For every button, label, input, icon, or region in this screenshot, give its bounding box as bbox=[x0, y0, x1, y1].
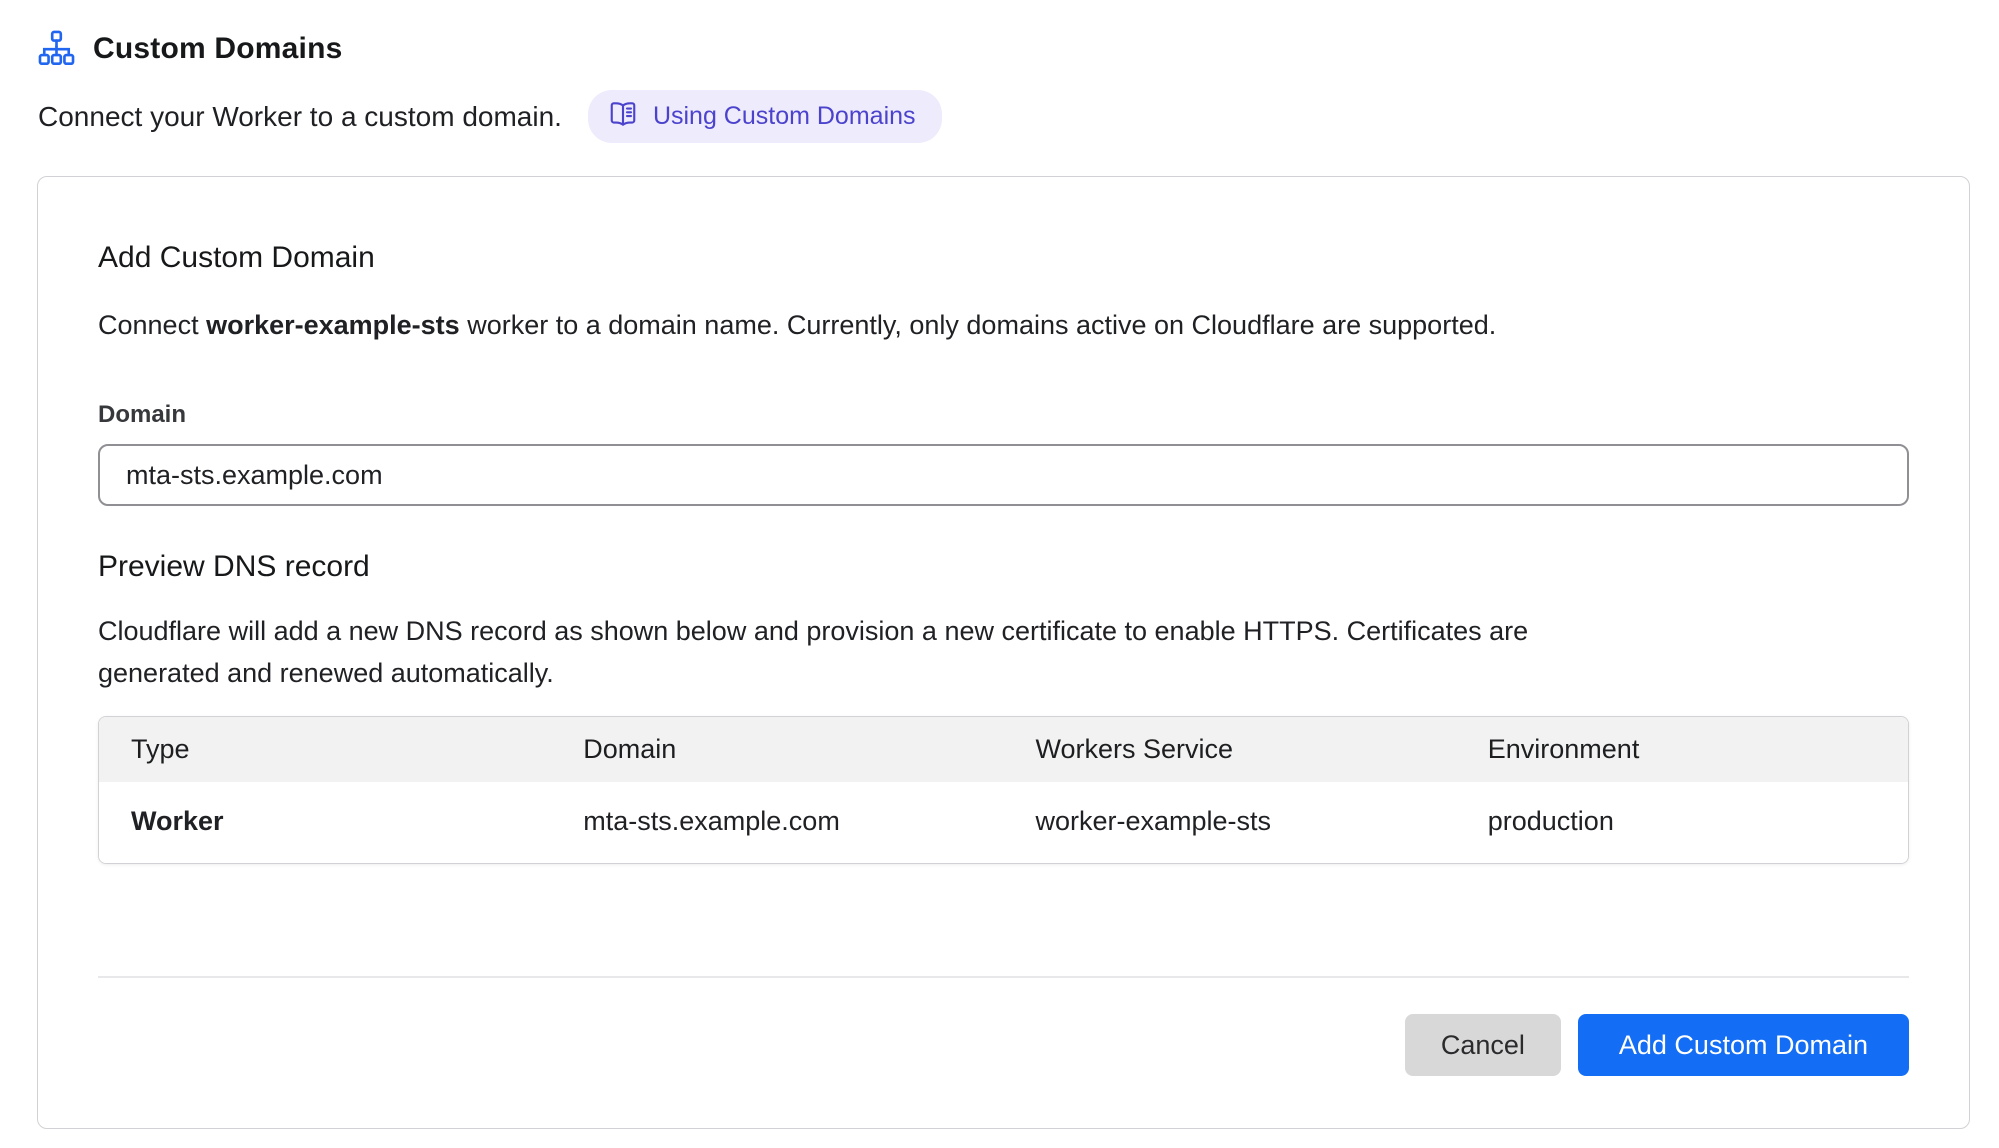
footer-divider bbox=[98, 976, 1909, 978]
preview-dns-heading: Preview DNS record bbox=[98, 550, 1909, 584]
add-domain-heading: Add Custom Domain bbox=[98, 177, 1909, 275]
add-custom-domain-card: Add Custom Domain Connect worker-example… bbox=[37, 176, 1970, 1129]
description-prefix: Connect bbox=[98, 310, 206, 340]
column-header-type: Type bbox=[99, 717, 551, 782]
description-suffix: worker to a domain name. Currently, only… bbox=[460, 310, 1497, 340]
page-title: Custom Domains bbox=[93, 32, 343, 66]
table-row: Worker mta-sts.example.com worker-exampl… bbox=[99, 782, 1908, 863]
domain-input[interactable] bbox=[98, 444, 1909, 506]
book-icon bbox=[608, 99, 638, 134]
cell-workers-service: worker-example-sts bbox=[1004, 782, 1456, 863]
worker-name: worker-example-sts bbox=[206, 310, 460, 340]
dns-preview-table: Type Domain Workers Service Environment … bbox=[98, 716, 1909, 864]
column-header-domain: Domain bbox=[551, 717, 1003, 782]
cell-environment: production bbox=[1456, 782, 1908, 863]
cell-domain: mta-sts.example.com bbox=[551, 782, 1003, 863]
domain-field-label: Domain bbox=[98, 401, 1909, 429]
docs-link-label: Using Custom Domains bbox=[653, 102, 916, 131]
table-header-row: Type Domain Workers Service Environment bbox=[99, 717, 1908, 782]
docs-link-badge[interactable]: Using Custom Domains bbox=[588, 90, 942, 143]
add-domain-description: Connect worker-example-sts worker to a d… bbox=[98, 305, 1909, 345]
cell-type: Worker bbox=[99, 782, 551, 863]
title-row: Custom Domains bbox=[38, 30, 1999, 67]
page-subtitle: Connect your Worker to a custom domain. bbox=[38, 101, 562, 133]
column-header-workers-service: Workers Service bbox=[1004, 717, 1456, 782]
footer-actions: Cancel Add Custom Domain bbox=[98, 1014, 1909, 1076]
cancel-button[interactable]: Cancel bbox=[1405, 1014, 1561, 1076]
page-header: Custom Domains Connect your Worker to a … bbox=[0, 0, 1999, 143]
subtitle-row: Connect your Worker to a custom domain. … bbox=[38, 90, 1999, 143]
column-header-environment: Environment bbox=[1456, 717, 1908, 782]
preview-dns-description: Cloudflare will add a new DNS record as … bbox=[98, 610, 1558, 694]
add-custom-domain-button[interactable]: Add Custom Domain bbox=[1578, 1014, 1909, 1076]
sitemap-icon bbox=[38, 30, 75, 67]
